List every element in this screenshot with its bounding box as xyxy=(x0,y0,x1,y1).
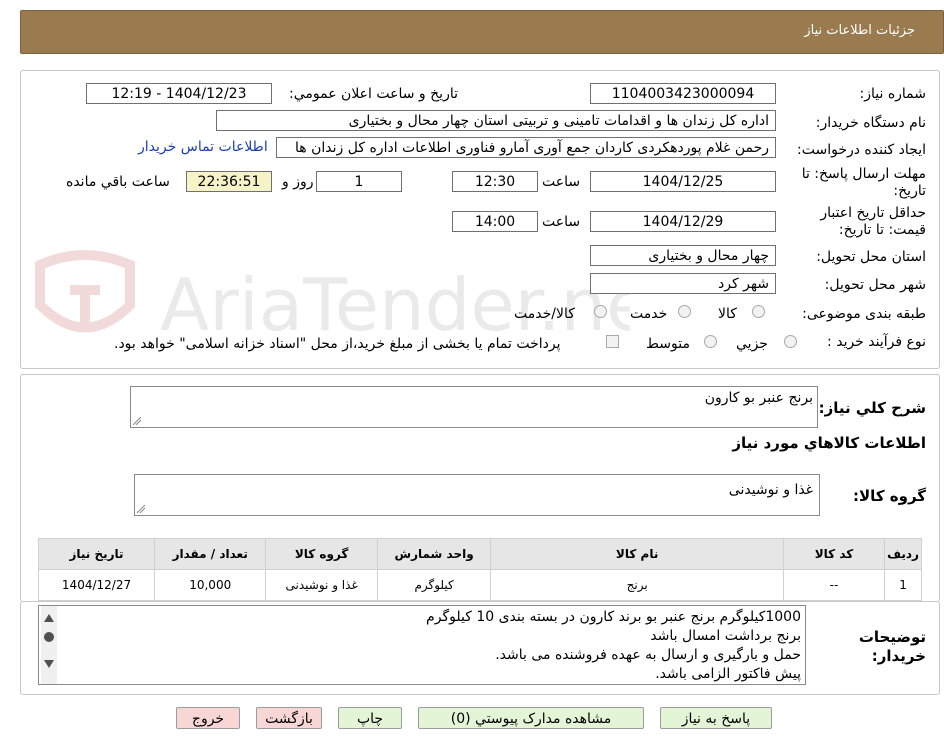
remaining-time-field: 22:36:51 xyxy=(186,171,272,192)
note-line: 1000کیلوگرم برنج عنبر بو برند کارون در ب… xyxy=(426,609,801,625)
deadline-time-label: ساعت xyxy=(542,174,581,190)
remaining-label: ساعت باقي مانده xyxy=(66,174,170,190)
validity-date-field: 1404/12/29 xyxy=(590,211,776,232)
goods-group-label: گروه کالا: xyxy=(853,487,926,505)
cell-group: غذا و نوشیدنی xyxy=(265,569,378,601)
day-and-label: روز و xyxy=(282,174,314,190)
validity-label: حداقل تاریخ اعتبار قیمت: تا تاریخ: xyxy=(820,205,926,238)
scroll-down-icon[interactable] xyxy=(44,660,54,668)
category-option-goods: کالا xyxy=(718,306,737,322)
category-radio-goods[interactable] xyxy=(752,305,765,318)
goods-info-heading: اطلاعات کالاهاي مورد نياز xyxy=(732,434,926,452)
buyer-org-label: نام دستگاه خریدار: xyxy=(815,115,926,131)
buyer-notes-textarea[interactable]: 1000کیلوگرم برنج عنبر بو برند کارون در ب… xyxy=(38,605,806,685)
goods-group-textarea[interactable]: غذا و نوشیدنی xyxy=(134,474,820,516)
description-text: برنج عنبر بو کارون xyxy=(704,390,813,406)
col-header-quantity: تعداد / مقدار xyxy=(154,538,267,570)
purchase-radio-medium[interactable] xyxy=(704,335,717,348)
purchase-radio-partial[interactable] xyxy=(784,335,797,348)
buyer-org-field: اداره کل زندان ها و اقدامات تامینی و ترب… xyxy=(216,110,776,131)
purchase-option-partial: جزیي xyxy=(736,336,768,352)
cell-row-number: 1 xyxy=(884,569,922,601)
note-line: برنج برداشت امسال باشد xyxy=(650,628,801,644)
print-button[interactable]: چاپ xyxy=(338,707,402,729)
validity-time-label: ساعت xyxy=(542,214,581,230)
deadline-time-field: 12:30 xyxy=(452,171,538,192)
col-header-unit: واحد شمارش xyxy=(376,538,492,570)
view-attachments-button[interactable]: مشاهده مدارک پیوستي (0) xyxy=(418,707,644,729)
description-textarea[interactable]: برنج عنبر بو کارون xyxy=(130,386,818,428)
province-label: استان محل تحویل: xyxy=(816,249,926,265)
deadline-date-field: 1404/12/25 xyxy=(590,171,776,192)
table-header-row: ردیف کد کالا نام کالا واحد شمارش گروه کا… xyxy=(37,538,922,570)
announce-label: تاریخ و ساعت اعلان عمومي: xyxy=(289,86,458,102)
requester-field: رحمن غلام پوردهکردی کاردان جمع آوری آمار… xyxy=(276,137,776,158)
need-number-field: 1104003423000094 xyxy=(590,83,776,104)
province-field: چهار محال و بختیاری xyxy=(590,245,776,266)
buyer-notes-label: توضیحات خریدار: xyxy=(858,628,926,665)
purchase-type-label: نوع فرآیند خرید : xyxy=(827,334,926,350)
requester-label: ایجاد کننده درخواست: xyxy=(797,142,926,158)
col-header-group: گروه کالا xyxy=(265,538,378,570)
exit-button[interactable]: خروج xyxy=(176,707,240,729)
page-header: جزئیات اطلاعات نیاز xyxy=(20,10,944,54)
description-label: شرح کلي نياز: xyxy=(818,399,926,417)
resize-grip-icon[interactable] xyxy=(137,505,145,513)
col-header-need-date: تاریخ نیاز xyxy=(37,538,156,570)
payment-note: پرداخت تمام یا بخشی از مبلغ خرید،از محل … xyxy=(114,336,561,352)
table-row: 1 -- برنج کیلوگرم غذا و نوشیدنی 10,000 1… xyxy=(37,569,922,601)
note-line: پیش فاکتور الزامی باشد. xyxy=(655,666,801,682)
notes-scrollbar[interactable] xyxy=(41,606,57,684)
goods-group-text: غذا و نوشیدنی xyxy=(728,482,813,498)
back-button[interactable]: بازگشت xyxy=(256,707,322,729)
need-number-label: شماره نیاز: xyxy=(859,86,927,102)
deadline-label: مهلت ارسال پاسخ: تا تاریخ: xyxy=(801,166,926,199)
cell-code: -- xyxy=(782,569,886,601)
col-header-row-number: ردیف xyxy=(884,538,922,570)
page-title: جزئیات اطلاعات نیاز xyxy=(804,23,915,38)
days-field: 1 xyxy=(316,171,402,192)
city-field: شهر کرد xyxy=(590,273,776,294)
cell-name: برنج xyxy=(490,569,784,601)
cell-quantity: 10,000 xyxy=(154,569,267,601)
scroll-thumb[interactable] xyxy=(44,632,54,642)
category-option-goods-service: کالا/خدمت xyxy=(514,306,575,322)
reply-button[interactable]: پاسخ به نیاز xyxy=(660,707,772,729)
category-radio-service[interactable] xyxy=(678,305,691,318)
category-option-service: خدمت xyxy=(630,306,668,322)
cell-unit: کیلوگرم xyxy=(376,569,492,601)
note-line: حمل و بارگیری و ارسال به عهده فروشنده می… xyxy=(495,647,801,663)
announce-datetime-field: 1404/12/23 - 12:19 xyxy=(86,83,272,104)
purchase-option-medium: متوسط xyxy=(646,336,690,352)
items-table: ردیف کد کالا نام کالا واحد شمارش گروه کا… xyxy=(37,538,922,601)
category-label: طبقه بندی موضوعی: xyxy=(802,306,926,322)
scroll-up-icon[interactable] xyxy=(44,614,54,622)
category-radio-goods-service[interactable] xyxy=(594,305,607,318)
cell-need-date: 1404/12/27 xyxy=(37,569,156,601)
buyer-notes-text: 1000کیلوگرم برنج عنبر بو برند کارون در ب… xyxy=(426,608,801,684)
city-label: شهر محل تحویل: xyxy=(824,277,926,293)
contact-buyer-link[interactable]: اطلاعات تماس خریدار xyxy=(138,139,268,155)
validity-time-field: 14:00 xyxy=(452,211,538,232)
treasury-checkbox[interactable] xyxy=(606,335,619,348)
resize-grip-icon[interactable] xyxy=(133,417,141,425)
col-header-code: کد کالا xyxy=(782,538,886,570)
col-header-name: نام کالا xyxy=(490,538,784,570)
